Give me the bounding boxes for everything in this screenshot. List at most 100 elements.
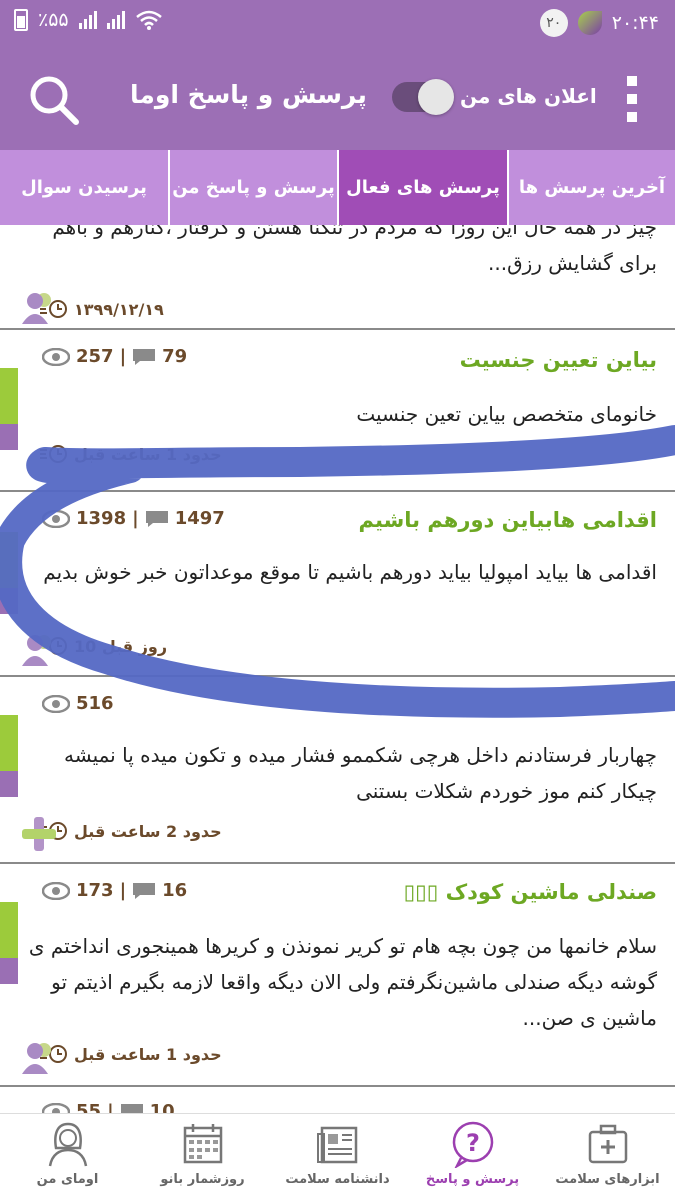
nav-my-ooma[interactable]: اومای من [0, 1114, 135, 1200]
time-text: 10 روز قبل [74, 636, 168, 656]
question-title: بیاین تعیین جنسیت [459, 348, 657, 372]
status-left: ٪۵۵ [14, 9, 163, 31]
signal-icon [78, 11, 97, 29]
nav-lady-calendar[interactable]: روزشمار بانو [135, 1114, 270, 1200]
views-count: 257 [76, 346, 114, 367]
question-feed: چیز در همه حال این روزا که مردم در تنگنا… [0, 225, 675, 1113]
page-title: پرسش و پاسخ اوما [130, 80, 367, 109]
question-bubble-icon: ? [452, 1121, 493, 1168]
question-body: چهاربار فرستادنم داخل هرچی شکممو فشار می… [64, 743, 657, 803]
nav-health-tools[interactable]: ابزارهای سلامت [540, 1114, 675, 1200]
views-count: 173 [76, 880, 114, 901]
comment-icon [133, 882, 156, 899]
question-stats: 516 [42, 693, 114, 714]
wifi-icon [135, 10, 162, 30]
notification-count-badge: ۲۰ [539, 9, 568, 37]
clock-icon [40, 445, 67, 463]
battery-level: ٪۵۵ [38, 9, 69, 31]
stats-separator: | [132, 508, 139, 529]
question-card[interactable]: چیز در همه حال این روزا که مردم در تنگنا… [0, 225, 675, 330]
users-icon [22, 293, 51, 324]
question-card[interactable]: صندلی ماشین کودک ▯▯▯ 173 | 16 سلام خانمه… [0, 864, 675, 1087]
time-text: حدود 1 ساعت قبل [74, 1044, 222, 1064]
status-time: ۲۰:۴۴ [611, 12, 659, 34]
users-icon [22, 635, 51, 666]
question-body: چیز در همه حال این روزا که مردم در تنگنا… [52, 225, 657, 275]
tab-label: آخرین پرسش ها [518, 177, 666, 198]
views-count: 516 [76, 693, 114, 714]
stats-separator: | [107, 1101, 114, 1113]
nav-label: دانشنامه سلامت [285, 1172, 390, 1187]
status-bar: ٪۵۵ ۲۰ ۲۰:۴۴ [0, 0, 675, 44]
tab-ask-question[interactable]: پرسیدن سوال [0, 150, 168, 225]
nav-health-encyclopedia[interactable]: دانشنامه سلامت [270, 1114, 405, 1200]
newspaper-icon [316, 1126, 357, 1164]
question-time: حدود 1 ساعت قبل [40, 1044, 222, 1064]
comment-icon [133, 348, 156, 365]
question-body: خانومای متخصص بیاین تعین جنسیت [356, 402, 657, 426]
question-card[interactable]: بیاین تعیین جنسیت 257 | 79 خانومای متخصص… [0, 330, 675, 492]
comment-icon [120, 1103, 143, 1113]
stats-separator: | [119, 880, 127, 901]
question-card[interactable]: 516 چهاربار فرستادنم داخل هرچی شکممو فشا… [0, 677, 675, 864]
answers-count: 16 [162, 880, 188, 901]
comment-icon [145, 510, 168, 527]
tab-label: پرسش و پاسخ من [172, 177, 335, 198]
question-title: صندلی ماشین کودک ▯▯▯ [403, 880, 657, 904]
question-body: سلام خانمها من چون بچه هام تو کریر نمونذ… [28, 934, 657, 1030]
views-count: 1398 [76, 508, 127, 529]
answers-count: 10 [149, 1101, 175, 1113]
nav-label: روزشمار بانو [160, 1172, 245, 1187]
answers-count: 1497 [174, 508, 225, 529]
users-icon [22, 1043, 51, 1074]
woman-profile-icon [48, 1122, 87, 1167]
question-stats: 173 | 16 [42, 880, 187, 901]
views-count: 55 [76, 1101, 102, 1113]
question-stats: 1398 | 1497 [42, 508, 225, 529]
nav-label: ابزارهای سلامت [555, 1172, 660, 1187]
time-text: ۱۳۹۹/۱۲/۱۹ [74, 299, 164, 319]
plus-icon [22, 817, 56, 851]
tab-my-questions[interactable]: پرسش و پاسخ من [168, 150, 337, 225]
eye-icon [42, 694, 70, 713]
medical-kit-icon [588, 1124, 627, 1164]
calendar-icon [183, 1124, 222, 1164]
nav-label: پرسش و پاسخ [425, 1172, 520, 1187]
tab-latest-questions[interactable]: آخرین پرسش ها [507, 150, 675, 225]
tab-label: پرسیدن سوال [21, 177, 147, 198]
signal-icon-2 [106, 11, 125, 29]
eye-icon [42, 347, 70, 366]
eye-icon [42, 881, 70, 900]
more-menu-icon[interactable] [625, 76, 637, 122]
nav-label: اومای من [36, 1172, 99, 1187]
tab-label: پرسش های فعال [346, 177, 500, 198]
app-header: پرسش و پاسخ اوما اعلان های من [0, 44, 675, 150]
toggle-knob [418, 79, 454, 115]
nav-questions-answers[interactable]: ? پرسش و پاسخ [405, 1114, 540, 1200]
tab-active-questions[interactable]: پرسش های فعال [337, 150, 507, 225]
notifications-label: اعلان های من [460, 84, 597, 108]
question-time: حدود 2 ساعت قبل [40, 821, 222, 841]
question-stats: 257 | 79 [42, 346, 187, 367]
time-text: حدود 2 ساعت قبل [74, 821, 222, 841]
question-card[interactable]: اقدامی هابیاین دورهم باشیم 1398 | 1497 ا… [0, 492, 675, 677]
battery-icon [14, 9, 28, 31]
question-body: اقدامی ها بیاید امپولیا بیاید دورهم باشی… [43, 560, 657, 584]
question-title: اقدامی هابیاین دورهم باشیم [358, 508, 657, 532]
notifications-toggle[interactable] [392, 79, 454, 115]
time-text: حدود 1 ساعت قبل [74, 444, 222, 464]
question-time: حدود 1 ساعت قبل [40, 444, 222, 464]
question-stats: 55 | 10 [42, 1101, 175, 1113]
question-time: 10 روز قبل [40, 636, 167, 656]
app-leaf-icon [577, 11, 602, 35]
search-icon[interactable] [28, 74, 80, 126]
svg-text:?: ? [466, 1129, 480, 1157]
bottom-navigation: ابزارهای سلامت ? پرسش و پاسخ دانشنامه سل… [0, 1113, 675, 1200]
question-time: ۱۳۹۹/۱۲/۱۹ [40, 299, 164, 319]
answers-count: 79 [162, 346, 188, 367]
status-right: ۲۰ ۲۰:۴۴ [539, 9, 659, 37]
eye-icon [42, 1102, 70, 1113]
question-card[interactable]: 55 | 10 [0, 1087, 675, 1113]
tab-bar: آخرین پرسش ها پرسش های فعال پرسش و پاسخ … [0, 150, 675, 225]
stats-separator: | [119, 346, 127, 367]
